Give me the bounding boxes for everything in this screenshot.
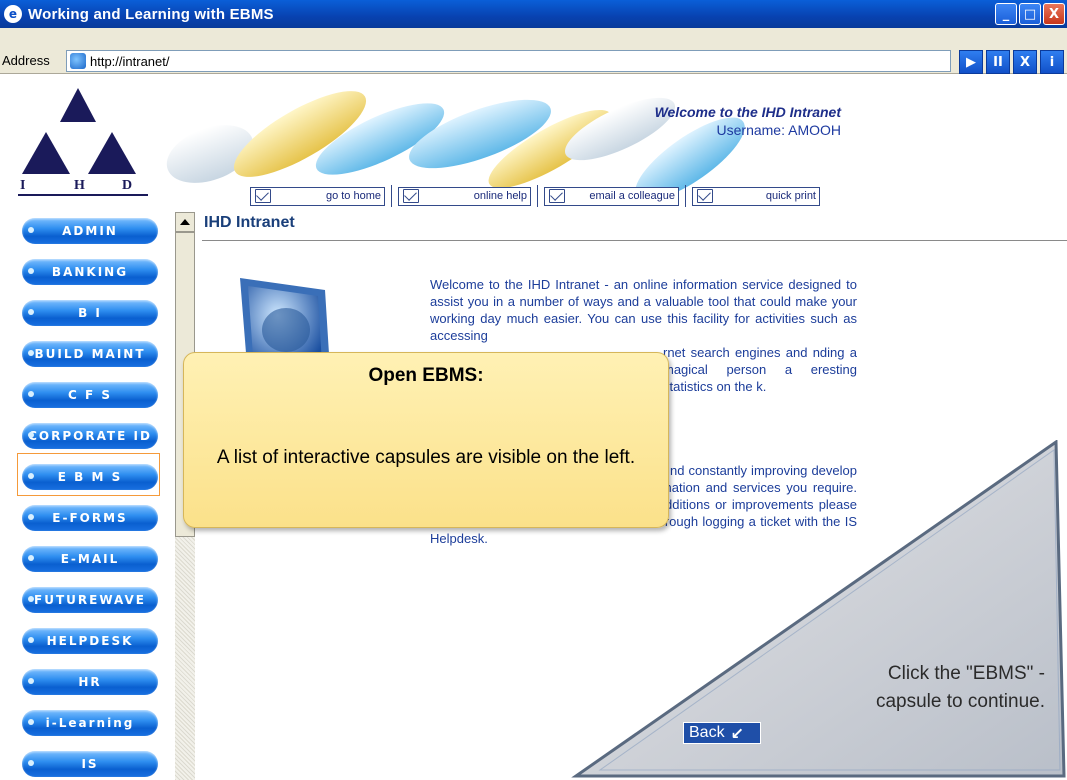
capsule-banking[interactable]: BANKING	[22, 259, 158, 285]
site-header: I H D Welcome to the IHD Intranet Userna…	[0, 74, 1067, 208]
nav-separator	[391, 185, 392, 207]
logo-letter-i: I	[20, 178, 26, 193]
window-title-bar: e Working and Learning with EBMS _ □ X	[0, 0, 1067, 28]
window-title: Working and Learning with EBMS	[28, 5, 274, 23]
nav-separator	[537, 185, 538, 207]
header-nav: go to home online help email a colleague…	[250, 185, 820, 207]
continue-instruction: Click the "EBMS" - capsule to continue.	[876, 660, 1045, 716]
continue-instruction-line-2: capsule to continue.	[875, 691, 1045, 712]
envelope-icon	[403, 189, 419, 203]
username-text: Username: AMOOH	[716, 122, 841, 138]
capsule-bi[interactable]: B I	[22, 300, 158, 326]
sidebar: ADMIN BANKING B I BUILD MAINT C F S CORP…	[0, 208, 175, 780]
email-colleague-label: email a colleague	[589, 190, 675, 202]
back-button[interactable]: Back ↙	[683, 722, 761, 744]
title-divider	[202, 240, 1067, 241]
instruction-triangle	[571, 440, 1066, 778]
capsule-e-mail[interactable]: E-MAIL	[22, 546, 158, 572]
capsule-hr[interactable]: HR	[22, 669, 158, 695]
go-to-home-button[interactable]: go to home	[250, 186, 385, 206]
quick-print-label: quick print	[765, 190, 816, 202]
page-title: IHD Intranet	[204, 214, 295, 231]
go-to-home-label: go to home	[325, 190, 381, 202]
capsule-futurewave[interactable]: FUTUREWAVE	[22, 587, 158, 613]
welcome-text: Welcome to the IHD Intranet	[654, 104, 841, 120]
address-url: http://intranet/	[90, 53, 170, 69]
nav-separator	[685, 185, 686, 207]
capsule-cfs[interactable]: C F S	[22, 382, 158, 408]
address-bar: Address http://intranet/ ▶ II X i	[0, 28, 1067, 74]
minimize-button[interactable]: _	[995, 3, 1017, 25]
maximize-button[interactable]: □	[1019, 3, 1041, 25]
player-controls: ▶ II X i	[959, 50, 1064, 74]
quick-print-button[interactable]: quick print	[692, 186, 820, 206]
back-label: Back	[689, 724, 725, 741]
internet-explorer-icon: e	[4, 5, 22, 23]
capsule-i-learning[interactable]: i-Learning	[22, 710, 158, 736]
play-icon[interactable]: ▶	[959, 50, 983, 74]
close-icon[interactable]: X	[1013, 50, 1037, 74]
capsule-helpdesk[interactable]: HELPDESK	[22, 628, 158, 654]
email-colleague-button[interactable]: email a colleague	[544, 186, 679, 206]
logo-letter-d: D	[122, 178, 133, 193]
intro-paragraph-1: Welcome to the IHD Intranet - an online …	[430, 277, 857, 343]
welcome-block: Welcome to the IHD Intranet Username: AM…	[655, 104, 841, 138]
page-icon	[70, 53, 86, 69]
capsule-e-forms[interactable]: E-FORMS	[22, 505, 158, 531]
printer-icon	[697, 189, 713, 203]
capsule-is[interactable]: IS	[22, 751, 158, 777]
logo-letter-h: H	[74, 178, 85, 193]
capsule-admin[interactable]: ADMIN	[22, 218, 158, 244]
capsule-build-maint[interactable]: BUILD MAINT	[22, 341, 158, 367]
intro-text: Welcome to the IHD Intranet - an online …	[430, 276, 857, 344]
online-help-label: online help	[473, 190, 527, 202]
close-window-button[interactable]: X	[1043, 3, 1065, 25]
ebms-highlight-box	[17, 453, 160, 496]
info-icon[interactable]: i	[1040, 50, 1064, 74]
callout-heading: Open EBMS:	[368, 365, 484, 386]
online-help-button[interactable]: online help	[398, 186, 531, 206]
envelope-icon	[255, 189, 271, 203]
window-controls: _ □ X	[995, 3, 1065, 25]
arrow-down-left-icon: ↙	[730, 723, 744, 743]
intro-paragraph-1-continued: rnet search engines and nding a magical …	[663, 345, 857, 394]
envelope-icon	[549, 189, 565, 203]
address-label: Address	[2, 53, 50, 68]
capsule-corporate-id[interactable]: CORPORATE ID	[22, 423, 158, 449]
address-input[interactable]: http://intranet/	[66, 50, 951, 72]
pause-icon[interactable]: II	[986, 50, 1010, 74]
scroll-up-icon[interactable]	[175, 212, 195, 232]
continue-instruction-line-1: Click the "EBMS" -	[887, 663, 1045, 684]
